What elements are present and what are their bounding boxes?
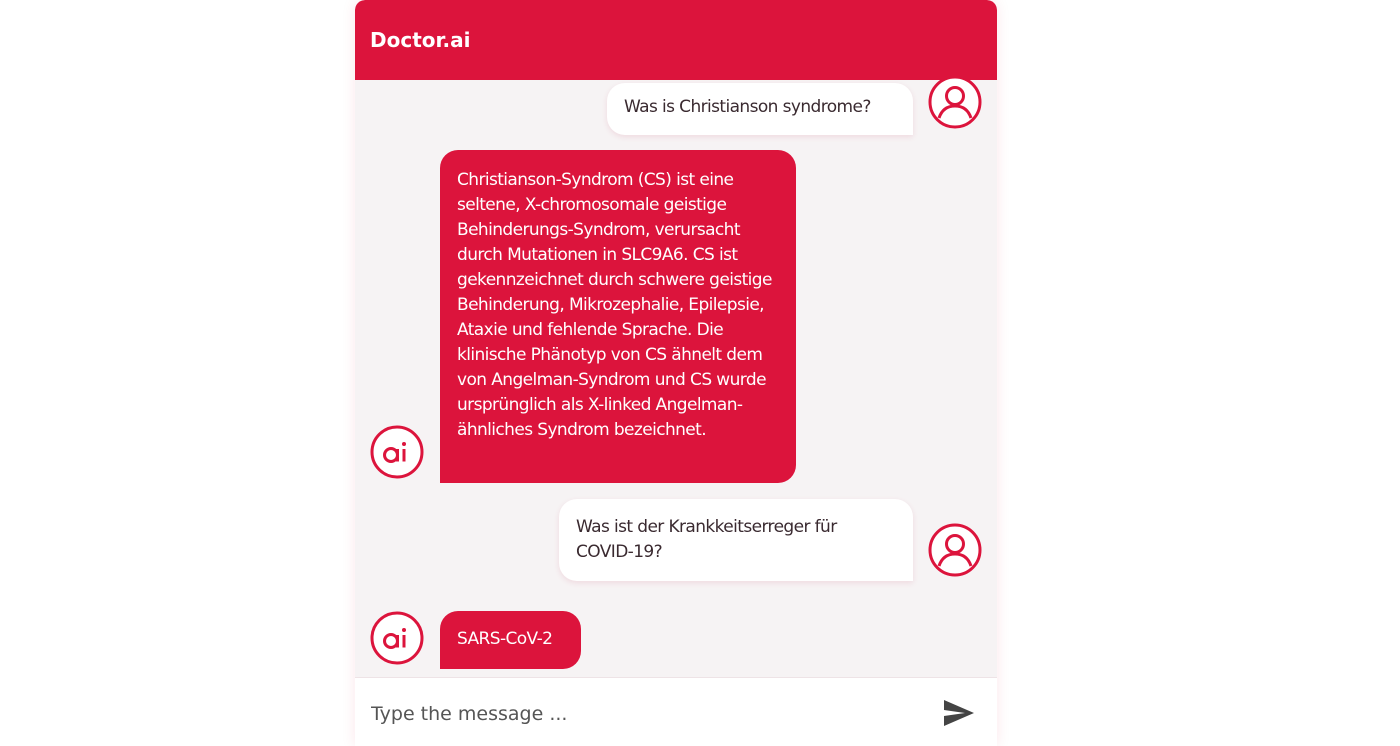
bot-message: Christianson-Syndrom (CS) ist eine selte… xyxy=(440,150,796,483)
bot-avatar xyxy=(365,606,429,670)
user-message: Was ist der Krankkeitserreger für COVID-… xyxy=(559,499,913,581)
chat-window: Doctor.ai Was is Christianson syndrome? … xyxy=(355,0,997,746)
app-title: Doctor.ai xyxy=(370,28,471,52)
user-circle-icon xyxy=(928,75,982,129)
bot-avatar xyxy=(365,420,429,484)
user-circle-icon xyxy=(928,523,982,577)
ai-logo-icon xyxy=(370,611,424,665)
send-icon xyxy=(944,700,974,726)
message-text: Was is Christianson syndrome? xyxy=(624,97,871,117)
chat-header: Doctor.ai xyxy=(355,0,997,80)
user-avatar xyxy=(923,518,987,582)
message-input[interactable] xyxy=(369,696,933,732)
message-text: Christianson-Syndrom (CS) ist eine selte… xyxy=(457,170,772,440)
message-text: SARS-CoV-2 xyxy=(457,629,553,649)
message-text: Was ist der Krankkeitserreger für COVID-… xyxy=(576,517,837,562)
message-composer xyxy=(355,677,997,746)
bot-message: SARS-CoV-2 xyxy=(440,611,581,669)
send-button[interactable] xyxy=(941,695,977,731)
ai-logo-icon xyxy=(370,425,424,479)
user-message: Was is Christianson syndrome? xyxy=(607,83,913,135)
user-avatar xyxy=(923,70,987,134)
